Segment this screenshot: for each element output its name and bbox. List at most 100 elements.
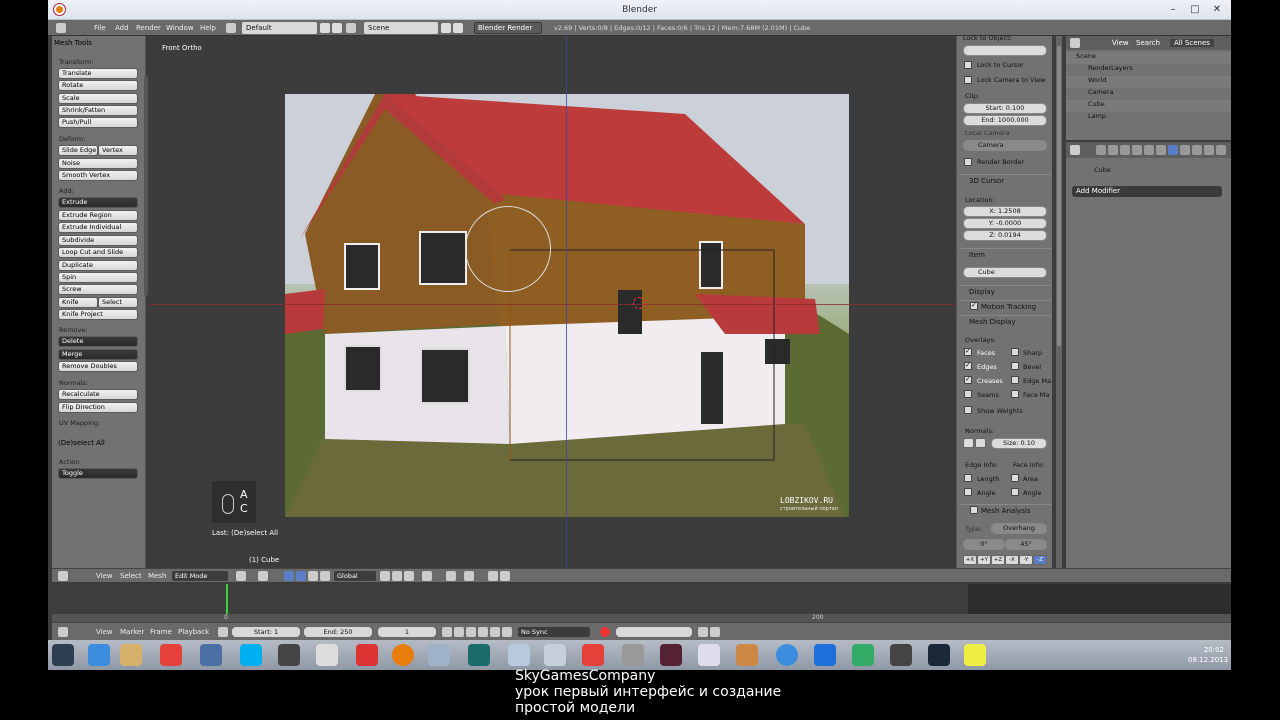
- delete-keyframe-icon[interactable]: [710, 627, 720, 637]
- outliner-view-menu[interactable]: View: [1112, 39, 1129, 47]
- snap-icon[interactable]: [446, 571, 456, 581]
- modifiers-tab-icon[interactable]: [1168, 145, 1178, 155]
- edge-marks-checkbox[interactable]: [1011, 376, 1019, 384]
- knife-project-button[interactable]: Knife Project: [58, 309, 138, 320]
- normal-size-field[interactable]: Size: 0.10: [991, 438, 1047, 449]
- item-name-field[interactable]: Cube: [963, 267, 1047, 278]
- axis-neg-y-button[interactable]: -Y: [1019, 555, 1033, 565]
- subdivide-button[interactable]: Subdivide: [58, 235, 138, 246]
- add-modifier-dropdown[interactable]: Add Modifier: [1072, 186, 1222, 197]
- axis-pos-z-button[interactable]: +Z: [991, 555, 1005, 565]
- outliner-editor-icon[interactable]: [1070, 38, 1080, 48]
- layout-field[interactable]: Default: [242, 22, 317, 34]
- lock-camera-checkbox[interactable]: [964, 76, 972, 84]
- object-tab-icon[interactable]: [1144, 145, 1154, 155]
- app-icon-8[interactable]: [660, 644, 682, 666]
- screen-layout-icon[interactable]: [226, 23, 236, 33]
- scene-tab-icon[interactable]: [1120, 145, 1130, 155]
- flip-direction-button[interactable]: Flip Direction: [58, 402, 138, 413]
- app-icon-10[interactable]: [736, 644, 758, 666]
- taskbar-clock-time[interactable]: 20:02: [1188, 646, 1224, 654]
- face-marks-checkbox[interactable]: [1011, 390, 1019, 398]
- axis-pos-y-button[interactable]: +Y: [977, 555, 991, 565]
- menu-add[interactable]: Add: [115, 24, 129, 32]
- timeline-playback-menu[interactable]: Playback: [178, 628, 209, 636]
- knife-button[interactable]: Knife: [58, 297, 98, 308]
- n-panel-scrollbar[interactable]: [1056, 36, 1062, 568]
- menu-file[interactable]: File: [94, 24, 106, 32]
- keying-set-field[interactable]: [616, 627, 692, 637]
- jump-prev-key-icon[interactable]: [454, 627, 464, 637]
- noise-button[interactable]: Noise: [58, 158, 138, 169]
- area-checkbox[interactable]: [1011, 474, 1019, 482]
- operator-panel-title[interactable]: (De)select All: [58, 439, 105, 447]
- start-button-icon[interactable]: [52, 644, 74, 666]
- app-icon-11[interactable]: [776, 644, 798, 666]
- taskbar-clock-date[interactable]: 08.12.2013: [1188, 656, 1228, 664]
- axis-neg-z-button[interactable]: -Z: [1033, 555, 1047, 565]
- remove-scene-icon[interactable]: [453, 23, 463, 33]
- timeline-view-menu[interactable]: View: [96, 628, 113, 636]
- app-icon-13[interactable]: [852, 644, 874, 666]
- start-frame-field[interactable]: Start: 1: [232, 627, 300, 637]
- app-icon-9[interactable]: [698, 644, 720, 666]
- maximize-button[interactable]: □: [1188, 4, 1202, 16]
- duplicate-button[interactable]: Duplicate: [58, 260, 138, 271]
- chrome-icon[interactable]: [160, 644, 182, 666]
- render-border-checkbox[interactable]: [964, 158, 972, 166]
- creases-checkbox[interactable]: [964, 375, 972, 384]
- timeline-editor-type-icon[interactable]: [58, 627, 68, 637]
- app-icon-3[interactable]: [428, 644, 450, 666]
- proportional-edit-icon[interactable]: [422, 571, 432, 581]
- yandex-icon[interactable]: [356, 644, 378, 666]
- ie-icon[interactable]: [88, 644, 110, 666]
- app-icon-14[interactable]: [890, 644, 912, 666]
- 3d-cursor-panel-header[interactable]: 3D Cursor: [959, 174, 1051, 186]
- knife-select-button[interactable]: Select: [98, 297, 138, 308]
- app-icon-15[interactable]: [964, 644, 986, 666]
- mesh-menu[interactable]: Mesh: [148, 572, 166, 580]
- edge-select-icon[interactable]: [392, 571, 402, 581]
- timeline-marker-menu[interactable]: Marker: [120, 628, 144, 636]
- delete-dropdown[interactable]: Delete: [58, 336, 138, 347]
- view-menu[interactable]: View: [96, 572, 113, 580]
- opengl-anim-icon[interactable]: [500, 571, 510, 581]
- 3d-viewport[interactable]: Front Ortho A C Last: (De)select All (1)…: [148, 36, 1004, 568]
- chrome-icon-2[interactable]: [582, 644, 604, 666]
- app-icon-1[interactable]: [200, 644, 222, 666]
- display-panel-header[interactable]: Display: [959, 285, 1051, 297]
- app-icon-5[interactable]: [508, 644, 530, 666]
- push-pull-button[interactable]: Push/Pull: [58, 117, 138, 128]
- outliner-row-cube[interactable]: Cube: [1066, 100, 1231, 112]
- axis-neg-x-button[interactable]: -X: [1005, 555, 1019, 565]
- add-layout-icon[interactable]: [320, 23, 330, 33]
- edges-checkbox[interactable]: [964, 361, 972, 370]
- unity-icon[interactable]: [278, 644, 300, 666]
- app-icon-12[interactable]: [814, 644, 836, 666]
- face-angle-checkbox[interactable]: [1011, 488, 1019, 496]
- bevel-checkbox[interactable]: [1011, 362, 1019, 370]
- mode-dropdown[interactable]: Edit Mode: [172, 571, 228, 581]
- extrude-dropdown[interactable]: Extrude: [58, 197, 138, 208]
- timeline-ruler[interactable]: 0 200: [52, 614, 1231, 622]
- menu-help[interactable]: Help: [200, 24, 216, 32]
- timeline-frame-menu[interactable]: Frame: [150, 628, 172, 636]
- jump-next-key-icon[interactable]: [490, 627, 500, 637]
- 3d-cursor-icon[interactable]: [633, 297, 645, 309]
- faces-checkbox[interactable]: [964, 347, 972, 356]
- menu-render[interactable]: Render: [136, 24, 161, 32]
- app-icon-4[interactable]: [468, 644, 490, 666]
- slide-edge-button[interactable]: Slide Edge: [58, 145, 98, 156]
- current-frame-indicator[interactable]: [226, 584, 228, 614]
- snap-element-icon[interactable]: [464, 571, 474, 581]
- blender-taskbar-icon[interactable]: [392, 644, 414, 666]
- record-icon[interactable]: [600, 627, 610, 637]
- scene-icon[interactable]: [346, 23, 356, 33]
- translate-manipulator-icon[interactable]: [296, 571, 306, 581]
- lock-object-field[interactable]: [963, 45, 1047, 56]
- range-max-field[interactable]: 45°: [1005, 539, 1047, 550]
- extrude-individual-button[interactable]: Extrude Individual: [58, 222, 138, 233]
- seams-checkbox[interactable]: [964, 390, 972, 398]
- clip-end-field[interactable]: End: 1000.000: [963, 115, 1047, 126]
- rotate-manipulator-icon[interactable]: [308, 571, 318, 581]
